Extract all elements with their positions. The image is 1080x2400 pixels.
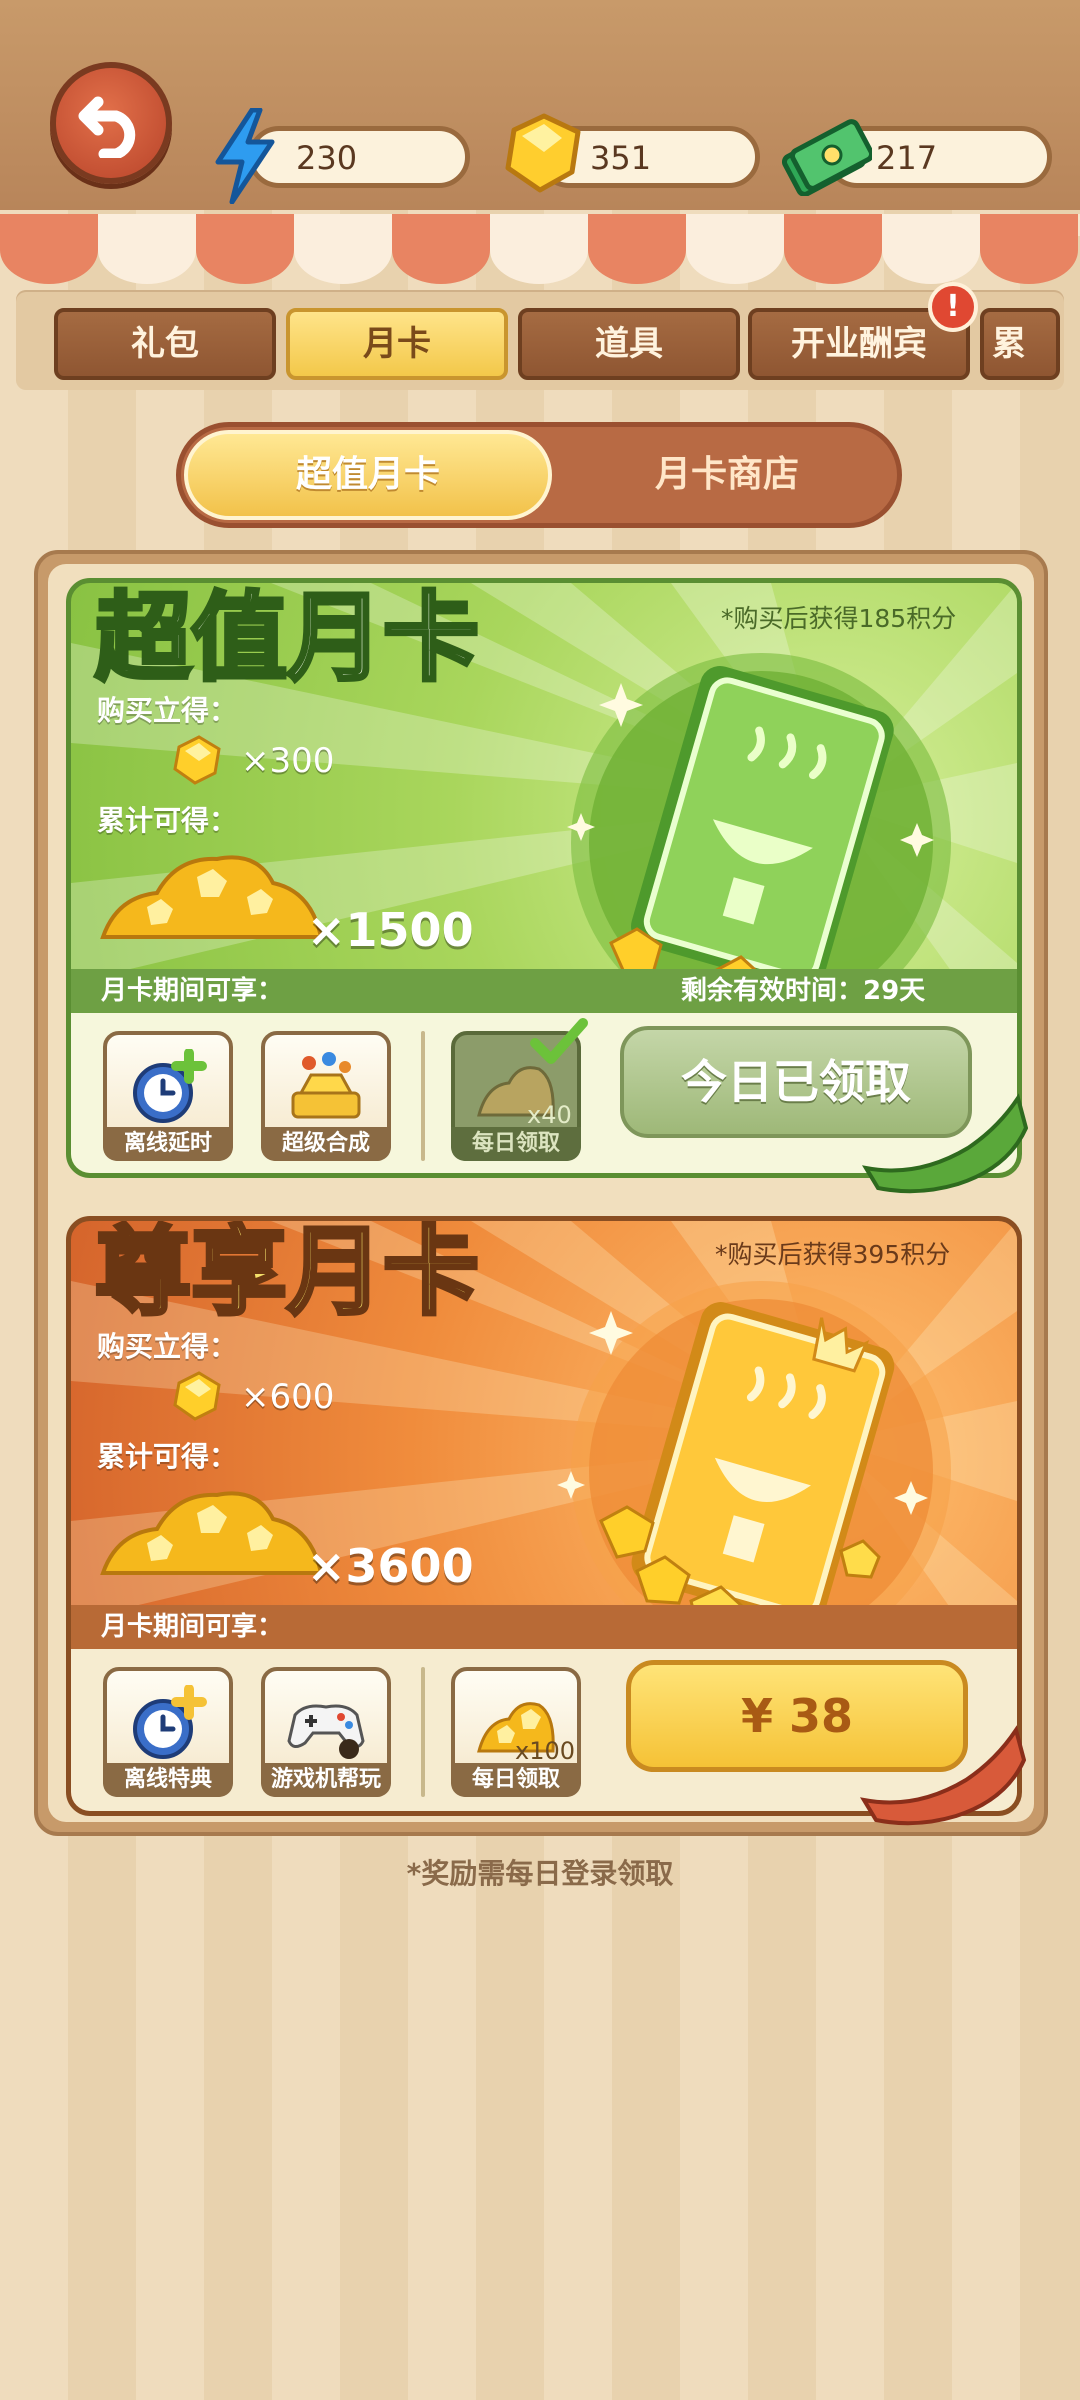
energy-value: 230 <box>296 139 358 177</box>
diamond-pile-icon <box>100 855 324 939</box>
perk-label: 每日领取 <box>451 1763 581 1797</box>
diamond-value: 351 <box>590 139 652 177</box>
perk-label: 每日领取 <box>451 1127 581 1161</box>
premium-perks-label: 月卡期间可享： <box>101 1612 284 1642</box>
cash-icon <box>782 119 872 196</box>
perk-super-merge[interactable]: 超级合成 <box>261 1031 391 1161</box>
perk-label: 离线特典 <box>103 1763 233 1797</box>
checkmark-icon <box>530 1018 588 1064</box>
value-total-label: 累计可得： <box>97 804 238 837</box>
premium-instant-label: 购买立得： <box>97 1330 238 1363</box>
red-ribbon <box>859 1725 1026 1826</box>
perk-daily-claim-claimed[interactable]: x40 每日领取 <box>451 1018 588 1161</box>
value-points-note: *购买后获得185积分 <box>721 604 957 633</box>
cash-value: 217 <box>876 139 938 177</box>
daily-qty: x100 <box>515 1737 576 1765</box>
daily-qty: x40 <box>527 1101 572 1129</box>
perk-offline-extend[interactable]: 离线延时 <box>103 1031 233 1161</box>
tab-gift-pack[interactable]: 礼包 <box>54 308 276 380</box>
back-arrow-icon <box>78 96 136 158</box>
value-total-qty: ×1500 <box>307 903 474 957</box>
value-instant-label: 购买立得： <box>97 694 238 727</box>
diamond-pile-icon <box>100 1491 324 1575</box>
tab-monthly-card[interactable]: 月卡 <box>286 308 508 380</box>
shop-awning <box>0 214 1080 284</box>
tab-more[interactable]: 累 <box>980 308 1060 380</box>
perk-divider <box>421 1667 425 1797</box>
clock-plus-icon <box>133 1049 207 1123</box>
notification-badge: ! <box>928 282 978 332</box>
segment-card-shop[interactable]: 月卡商店 <box>560 430 894 520</box>
green-ribbon <box>861 1093 1028 1194</box>
gamepad-icon <box>287 1704 365 1759</box>
value-remaining-time: 剩余有效时间：29天 <box>681 976 926 1006</box>
back-button[interactable] <box>50 62 172 184</box>
premium-perks-strip: 月卡期间可享： <box>71 1605 1017 1649</box>
value-perks-label: 月卡期间可享： <box>101 976 284 1006</box>
value-perks-strip: 月卡期间可享： 剩余有效时间：29天 <box>71 969 1017 1013</box>
perk-daily-claim[interactable]: x100 每日领取 <box>451 1667 581 1797</box>
tab-items[interactable]: 道具 <box>518 308 740 380</box>
perk-label: 超级合成 <box>261 1127 391 1161</box>
value-card-title: 超值月卡 <box>93 582 481 695</box>
value-instant-qty: ×300 <box>241 741 335 781</box>
energy-counter <box>248 126 470 188</box>
premium-points-note: *购买后获得395积分 <box>715 1240 951 1269</box>
perk-console-helper[interactable]: 游戏机帮玩 <box>261 1667 391 1797</box>
perk-label: 离线延时 <box>103 1127 233 1161</box>
diamond-small-icon <box>173 1371 221 1421</box>
diamond-small-icon <box>173 735 221 785</box>
perk-label: 游戏机帮玩 <box>261 1763 391 1797</box>
diamond-icon <box>505 113 581 193</box>
lightning-icon <box>215 108 275 204</box>
footer-note: *奖励需每日登录领取 <box>406 1857 674 1890</box>
perk-offline-special[interactable]: 离线特典 <box>103 1667 233 1797</box>
premium-total-qty: ×3600 <box>307 1539 474 1593</box>
premium-instant-qty: ×600 <box>241 1377 335 1417</box>
premium-card-title: 尊享月卡 <box>93 1216 481 1329</box>
segment-value-card[interactable]: 超值月卡 <box>184 430 552 520</box>
perk-divider <box>421 1031 425 1161</box>
premium-total-label: 累计可得： <box>97 1440 238 1473</box>
merge-machine-icon <box>291 1052 361 1119</box>
clock-plus-icon <box>133 1685 207 1759</box>
